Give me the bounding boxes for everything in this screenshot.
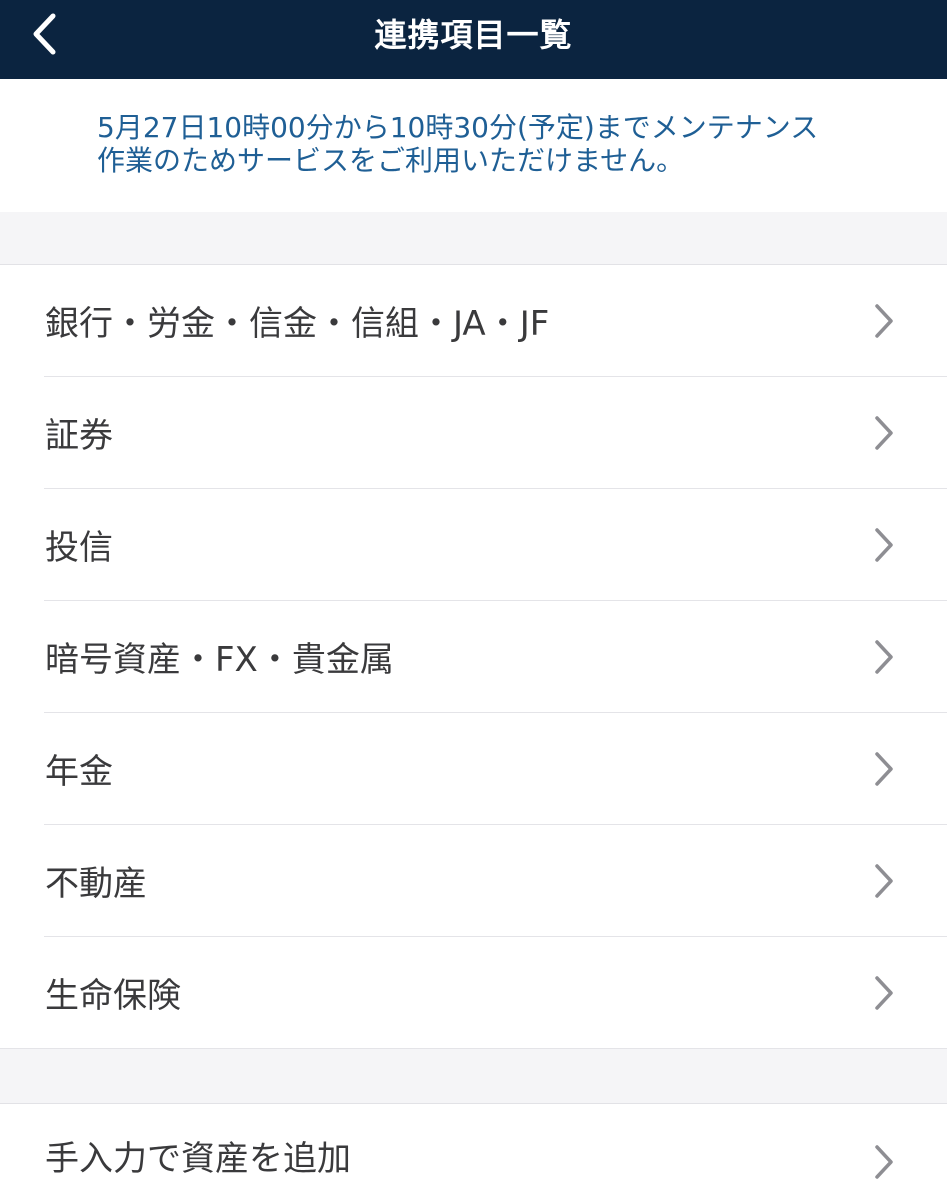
category-item-life-insurance[interactable]: 生命保険 bbox=[0, 937, 947, 1049]
category-item-crypto-fx-metals[interactable]: 暗号資産・FX・貴金属 bbox=[0, 601, 947, 713]
chevron-right-icon bbox=[875, 864, 893, 898]
chevron-right-icon bbox=[875, 304, 893, 338]
page-title: 連携項目一覧 bbox=[374, 16, 573, 54]
section-spacer bbox=[0, 212, 947, 265]
category-item-real-estate[interactable]: 不動産 bbox=[0, 825, 947, 937]
category-item-label: 暗号資産・FX・貴金属 bbox=[45, 640, 394, 680]
chevron-right-icon bbox=[875, 752, 893, 786]
chevron-right-icon bbox=[875, 416, 893, 450]
chevron-right-icon bbox=[875, 1145, 893, 1179]
chevron-right-icon bbox=[875, 528, 893, 562]
category-item-label: 不動産 bbox=[45, 864, 147, 904]
category-item-label: 銀行・労金・信金・信組・JA・JF bbox=[45, 304, 550, 344]
category-item-bank[interactable]: 銀行・労金・信金・信組・JA・JF bbox=[0, 265, 947, 377]
section-spacer bbox=[0, 1049, 947, 1104]
nav-bar: 連携項目一覧 bbox=[0, 0, 947, 79]
category-item-label: 投信 bbox=[45, 528, 113, 568]
manual-add-asset-item[interactable]: 手入力で資産を追加 bbox=[0, 1104, 947, 1200]
category-item-pension[interactable]: 年金 bbox=[0, 713, 947, 825]
category-item-securities[interactable]: 証券 bbox=[0, 377, 947, 489]
chevron-right-icon bbox=[875, 976, 893, 1010]
chevron-right-icon bbox=[875, 640, 893, 674]
category-list: 銀行・労金・信金・信組・JA・JF 証券 投信 暗号資産・FX・貴金属 年金 不… bbox=[0, 265, 947, 1049]
category-item-investment-trust[interactable]: 投信 bbox=[0, 489, 947, 601]
maintenance-notice: 5月27日10時00分から10時30分(予定)までメンテナンス 作業のためサービ… bbox=[0, 79, 947, 212]
category-item-label: 年金 bbox=[45, 752, 113, 792]
category-item-label: 証券 bbox=[45, 416, 113, 456]
category-item-label: 生命保険 bbox=[45, 976, 181, 1016]
maintenance-notice-text: 5月27日10時00分から10時30分(予定)までメンテナンス 作業のためサービ… bbox=[97, 111, 819, 177]
manual-add-asset-label: 手入力で資産を追加 bbox=[45, 1139, 351, 1179]
